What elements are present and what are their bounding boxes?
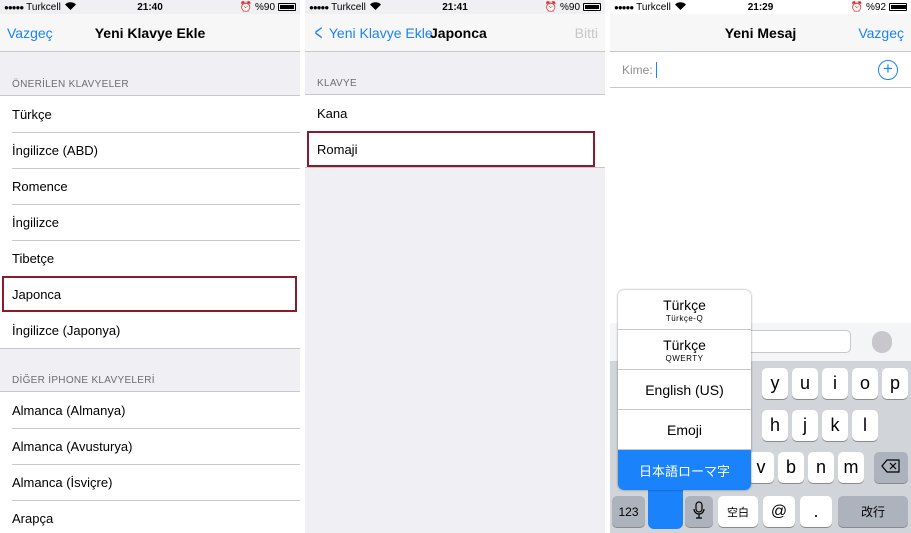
list-item[interactable]: Kana	[305, 95, 605, 131]
signal-icon: ●●●●●	[309, 2, 329, 12]
battery-icon	[278, 3, 296, 11]
keyboard-option-turkish-q[interactable]: Türkçe Türkçe-Q	[618, 290, 751, 330]
key-l[interactable]: l	[852, 410, 878, 441]
status-bar: ●●●●● Turkcell 21:40 ⏰ %90	[0, 0, 300, 14]
cancel-button[interactable]: Vazgeç	[858, 25, 904, 41]
suggested-keyboards-list: Türkçe İngilizce (ABD) Romence İngilizce…	[0, 95, 300, 349]
keyboard-section-header: KLAVYE	[317, 78, 357, 89]
battery-percent: %90	[254, 1, 275, 13]
wifi-icon	[64, 1, 76, 13]
keyboard-option-turkish-qwerty[interactable]: Türkçe QWERTY	[618, 330, 751, 370]
text-cursor	[655, 61, 657, 78]
keyboard-option-japanese-romaji[interactable]: 日本語ローマ字	[618, 450, 751, 490]
key-h[interactable]: h	[762, 410, 788, 441]
keyboard-option-label: Emoji	[666, 421, 702, 438]
numbers-key[interactable]: 123	[612, 496, 645, 527]
list-item[interactable]: İngilizce	[0, 204, 300, 240]
list-item[interactable]: İngilizce (Japonya)	[0, 312, 300, 348]
new-message-screen: ●●●●● Turkcell 21:29 ⏰ %92 Yeni Mesaj Va…	[610, 0, 911, 533]
key-v[interactable]: v	[748, 452, 774, 483]
battery-icon	[889, 3, 907, 11]
keyboard-option-emoji[interactable]: Emoji	[618, 410, 751, 450]
key-y[interactable]: y	[762, 368, 788, 399]
wifi-icon	[369, 1, 381, 13]
add-keyboard-screen: ●●●●● Turkcell 21:40 ⏰ %90 Vazgeç Yeni K…	[0, 0, 300, 533]
other-keyboards-list: Almanca (Almanya) Almanca (Avusturya) Al…	[0, 391, 300, 533]
keyboard-option-english[interactable]: English (US)	[618, 370, 751, 410]
key-p[interactable]: p	[882, 368, 908, 399]
signal-icon: ●●●●●	[614, 2, 634, 12]
keyboard-switcher-menu: Türkçe Türkçe-Q Türkçe QWERTY English (U…	[618, 290, 751, 490]
done-button[interactable]: Bitti	[575, 25, 598, 41]
list-item[interactable]: Almanca (Almanya)	[0, 392, 300, 428]
carrier-label: Turkcell	[26, 1, 61, 13]
list-item-japanese-highlighted[interactable]: Japonca	[2, 276, 297, 312]
key-o[interactable]: o	[852, 368, 878, 399]
mic-icon	[693, 501, 705, 522]
alarm-icon: ⏰	[850, 1, 863, 13]
list-item[interactable]: Almanca (İsviçre)	[0, 464, 300, 500]
backspace-key[interactable]	[874, 452, 908, 483]
key-j[interactable]: j	[792, 410, 818, 441]
chevron-left-icon: <	[314, 19, 323, 45]
list-item[interactable]: Romence	[0, 168, 300, 204]
suggested-keyboards-header: ÖNERİLEN KLAVYELER	[12, 79, 129, 90]
key-m[interactable]: m	[838, 452, 864, 483]
wifi-icon	[674, 1, 686, 13]
alarm-icon: ⏰	[544, 1, 557, 13]
carrier-label: Turkcell	[331, 1, 366, 13]
recipient-field[interactable]: Kime: +	[610, 52, 911, 88]
backspace-icon	[881, 459, 901, 476]
japanese-keyboard-screen: ●●●●● Turkcell 21:41 ⏰ %90 < Yeni Klavye…	[305, 0, 605, 533]
list-item-romaji-highlighted[interactable]: Romaji	[307, 131, 595, 167]
list-item[interactable]: Arapça	[0, 500, 300, 533]
keyboard-options-list: Kana Romaji	[305, 94, 605, 168]
space-key[interactable]: 空白	[718, 496, 758, 527]
recipient-label: Kime:	[622, 62, 653, 77]
key-u[interactable]: u	[792, 368, 818, 399]
keyboard-option-sub: Türkçe-Q	[665, 313, 704, 323]
keyboard-option-label: Türkçe	[663, 296, 706, 313]
carrier-label: Turkcell	[636, 1, 671, 13]
battery-icon	[583, 3, 601, 11]
signal-icon: ●●●●●	[4, 2, 24, 12]
alarm-icon: ⏰	[239, 1, 252, 13]
at-key[interactable]: @	[763, 496, 795, 527]
list-item[interactable]: İngilizce (ABD)	[0, 132, 300, 168]
status-bar: ●●●●● Turkcell 21:29 ⏰ %92	[610, 0, 911, 14]
list-item[interactable]: Tibetçe	[0, 240, 300, 276]
keyboard-option-label: 日本語ローマ字	[638, 463, 730, 479]
navigation-bar: Vazgeç Yeni Klavye Ekle	[0, 14, 300, 52]
keyboard-option-label: Türkçe	[663, 336, 706, 353]
key-i[interactable]: i	[822, 368, 848, 399]
dictation-key[interactable]	[685, 496, 713, 527]
dictation-button[interactable]	[872, 331, 892, 353]
back-button-label: Yeni Klavye Ekle	[328, 24, 433, 41]
keyboard-option-label: English (US)	[645, 381, 724, 398]
list-item[interactable]: Türkçe	[0, 96, 300, 132]
key-k[interactable]: k	[822, 410, 848, 441]
cancel-button[interactable]: Vazgeç	[7, 25, 53, 41]
list-item[interactable]: Almanca (Avusturya)	[0, 428, 300, 464]
globe-key-highlighted[interactable]	[648, 488, 683, 529]
battery-percent: %92	[865, 1, 886, 13]
battery-percent: %90	[559, 1, 580, 13]
navigation-bar: Yeni Mesaj Vazgeç	[610, 14, 911, 52]
keyboard-option-sub: QWERTY	[665, 353, 704, 363]
key-n[interactable]: n	[808, 452, 834, 483]
return-key[interactable]: 改行	[838, 496, 908, 527]
other-keyboards-header: DİĞER İPHONE KLAVYELERİ	[12, 375, 155, 386]
status-bar: ●●●●● Turkcell 21:41 ⏰ %90	[305, 0, 605, 14]
page-title: Japonca	[430, 24, 487, 41]
add-contact-icon[interactable]: +	[878, 60, 898, 80]
back-button[interactable]: < Yeni Klavye Ekle	[312, 19, 433, 45]
key-b[interactable]: b	[778, 452, 804, 483]
navigation-bar: < Yeni Klavye Ekle Japonca Bitti	[305, 14, 605, 52]
period-key[interactable]: .	[800, 496, 832, 527]
